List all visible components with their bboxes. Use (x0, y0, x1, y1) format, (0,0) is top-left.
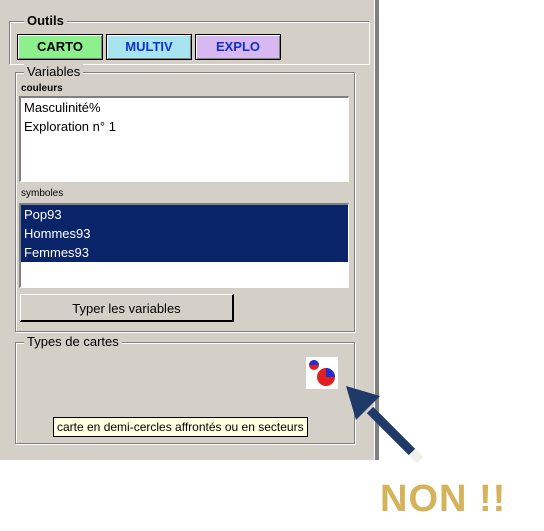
symboles-label: symboles (21, 188, 64, 199)
symboles-item[interactable]: Femmes93 (21, 243, 348, 262)
symboles-item[interactable]: Hommes93 (21, 224, 348, 243)
map-type-tooltip: carte en demi-cercles affrontés ou en se… (53, 417, 308, 437)
annotation-arrow-icon (346, 386, 424, 464)
multiv-button[interactable]: MULTIV (106, 34, 192, 60)
variables-title: Variables (24, 64, 84, 79)
symboles-item[interactable]: Pop93 (21, 205, 348, 224)
explo-button[interactable]: EXPLO (195, 34, 281, 60)
carto-button[interactable]: CARTO (17, 34, 103, 60)
outils-title: Outils (24, 13, 67, 28)
couleurs-label: couleurs (21, 83, 63, 94)
couleurs-item[interactable]: Masculinité% (21, 98, 348, 117)
types-cartes-title: Types de cartes (24, 334, 122, 349)
couleurs-item[interactable]: Exploration n° 1 (21, 117, 348, 136)
annotation-non-text: NON !! (380, 478, 507, 520)
couleurs-listbox[interactable]: Masculinité% Exploration n° 1 (19, 96, 349, 182)
typer-variables-button[interactable]: Typer les variables (20, 294, 234, 322)
symboles-listbox[interactable]: Pop93 Hommes93 Femmes93 (19, 203, 349, 288)
half-circle-pie-chart-icon[interactable] (306, 357, 338, 389)
